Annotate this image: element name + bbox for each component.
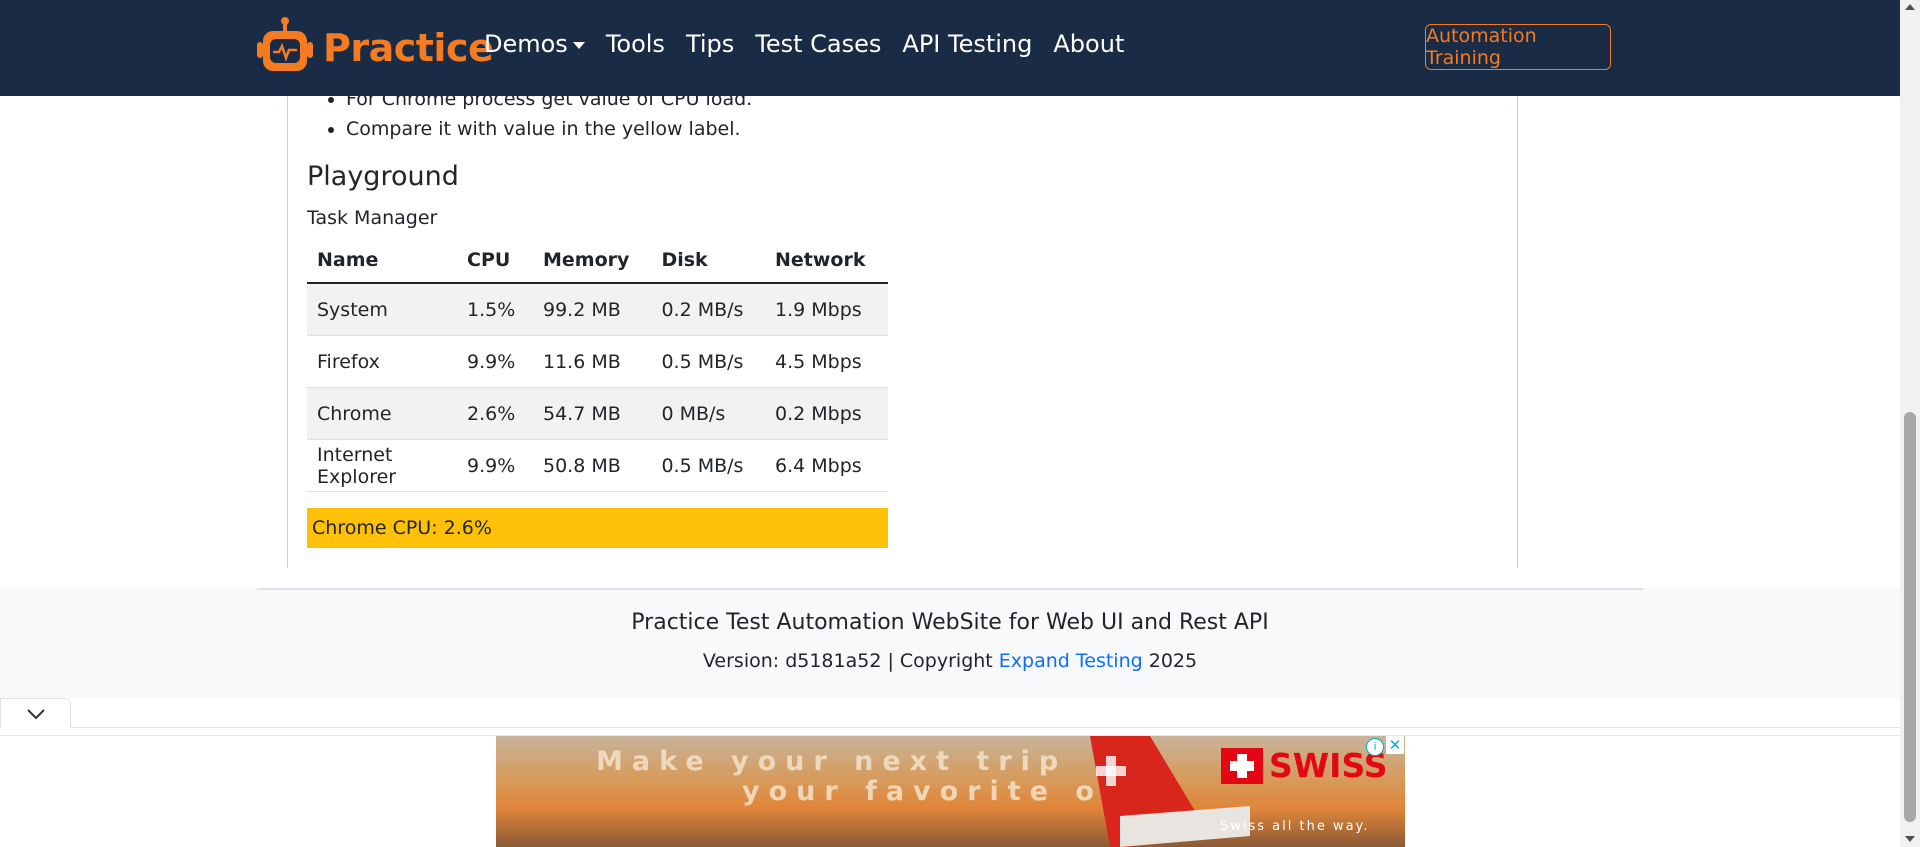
table-header-row: Name CPU Memory Disk Network [307, 237, 888, 284]
instruction-item: Compare it with value in the yellow labe… [346, 114, 752, 144]
chevron-down-icon [26, 708, 45, 719]
caret-down-icon [572, 41, 585, 49]
scroll-down-arrow-icon[interactable] [1905, 836, 1915, 842]
cell-cpu: 9.9% [457, 335, 533, 388]
cell-memory: 99.2 MB [533, 283, 652, 336]
chrome-cpu-label: Chrome CPU: 2.6% [307, 508, 888, 548]
cell-memory: 50.8 MB [533, 439, 652, 492]
cell-network: 0.2 Mbps [764, 387, 888, 440]
cell-disk: 0 MB/s [651, 387, 765, 440]
page-scrollbar[interactable] [1900, 0, 1920, 847]
ad-slogan: Swiss all the way. [1220, 819, 1370, 834]
content-divider-right [1517, 96, 1518, 568]
table-row: Firefox 9.9% 11.6 MB 0.5 MB/s 4.5 Mbps [307, 335, 888, 388]
column-header-name: Name [307, 237, 457, 284]
table-row: System 1.5% 99.2 MB 0.2 MB/s 1.9 Mbps [307, 283, 888, 336]
cell-cpu: 9.9% [457, 439, 533, 492]
nav-demos-label: Demos [484, 30, 568, 58]
cell-disk: 0.5 MB/s [651, 335, 765, 388]
cell-network: 6.4 Mbps [764, 439, 888, 492]
nav-demos-dropdown[interactable]: Demos [484, 30, 585, 58]
footer-title: Practice Test Automation WebSite for Web… [631, 610, 1269, 635]
cell-memory: 11.6 MB [533, 335, 652, 388]
footer-divider [257, 588, 1643, 590]
ad-info-icon[interactable]: i [1366, 738, 1384, 756]
nav-tips[interactable]: Tips [686, 30, 734, 58]
cell-name: Chrome [307, 387, 457, 440]
expand-testing-link[interactable]: Expand Testing [999, 650, 1143, 672]
content-divider-left [287, 96, 288, 568]
brand-link[interactable]: Practice [255, 16, 494, 80]
nav-tools[interactable]: Tools [606, 30, 665, 58]
column-header-disk: Disk [651, 237, 765, 284]
task-manager-table: Name CPU Memory Disk Network System 1.5%… [307, 237, 888, 492]
footer-version: Version: d5181a52 | Copyright Expand Tes… [0, 650, 1900, 672]
nav-about[interactable]: About [1053, 30, 1124, 58]
nav-test-cases[interactable]: Test Cases [755, 30, 881, 58]
ad-dock-border [71, 727, 1900, 728]
cell-disk: 0.5 MB/s [651, 439, 765, 492]
cell-disk: 0.2 MB/s [651, 283, 765, 336]
column-header-network: Network [764, 237, 888, 284]
cell-network: 1.9 Mbps [764, 283, 888, 336]
main-nav: Demos Tools Tips Test Cases API Testing … [484, 30, 1145, 58]
ad-headline-line1: Make your next trip [596, 746, 1068, 777]
scroll-up-arrow-icon[interactable] [1905, 4, 1915, 10]
cell-cpu: 2.6% [457, 387, 533, 440]
cell-name: Firefox [307, 335, 457, 388]
copyright-year: 2025 [1142, 650, 1198, 672]
table-row: Internet Explorer 9.9% 50.8 MB 0.5 MB/s … [307, 439, 888, 492]
column-header-memory: Memory [533, 237, 652, 284]
table-row: Chrome 2.6% 54.7 MB 0 MB/s 0.2 Mbps [307, 387, 888, 440]
task-manager-caption: Task Manager [307, 207, 438, 229]
top-navbar: Practice Demos Tools Tips Test Cases API… [0, 0, 1900, 96]
cell-name: Internet Explorer [307, 439, 457, 492]
swiss-ad-banner[interactable]: Make your next trip your favorite one. S… [496, 736, 1405, 847]
swiss-flag-icon [1221, 747, 1263, 784]
swiss-logo: SWISS [1221, 746, 1388, 785]
automation-training-button[interactable]: Automation Training [1425, 24, 1611, 70]
cell-cpu: 1.5% [457, 283, 533, 336]
brand-name: Practice [323, 26, 494, 70]
cell-memory: 54.7 MB [533, 387, 652, 440]
page-footer: Practice Test Automation WebSite for Web… [0, 588, 1900, 698]
ad-close-icon[interactable]: ✕ [1386, 736, 1404, 754]
ad-dock-toggle[interactable] [0, 698, 71, 728]
version-text: Version: d5181a52 | Copyright [702, 650, 999, 672]
cell-name: System [307, 283, 457, 336]
playground-heading: Playground [307, 161, 459, 192]
nav-api-testing[interactable]: API Testing [902, 30, 1032, 58]
scrollbar-thumb[interactable] [1904, 412, 1916, 822]
robot-icon [255, 16, 315, 80]
cell-network: 4.5 Mbps [764, 335, 888, 388]
column-header-cpu: CPU [457, 237, 533, 284]
